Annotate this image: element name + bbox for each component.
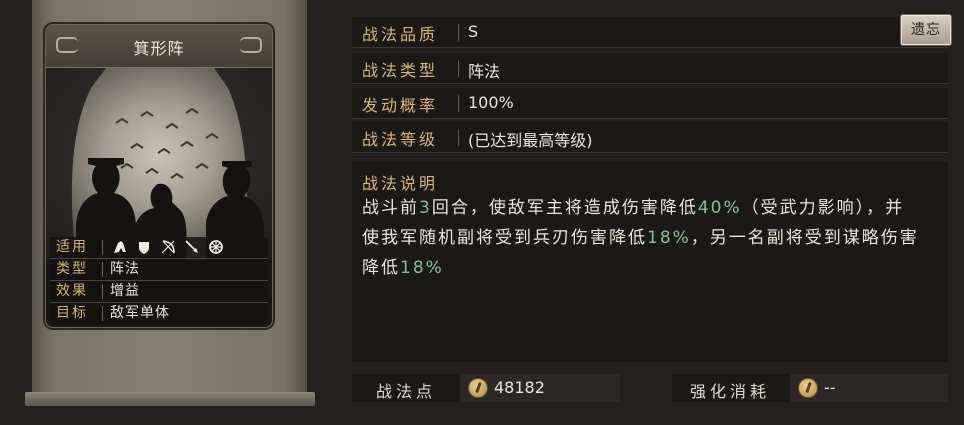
attr-key-target: 目标: [56, 305, 88, 321]
cavalry-icon: [114, 241, 126, 253]
desc-text-part: 回合，使敌军主将造成伤害降低: [431, 198, 698, 218]
attr-row-type: 类型 阵法: [50, 259, 268, 281]
desc-highlight-blade-reduction: 18%: [647, 228, 691, 248]
shield-icon: [139, 242, 149, 254]
wheel-icon: [209, 240, 223, 254]
forget-button[interactable]: 遗忘: [900, 14, 952, 46]
rate-row: 发动概率 100%: [352, 88, 948, 119]
card-header: 箕形阵: [46, 25, 272, 68]
row-separator: [458, 129, 459, 146]
bow-icon: [161, 240, 175, 254]
type-value: 阵法: [468, 62, 501, 81]
attr-row-effect: 效果 增益: [50, 281, 268, 303]
card-artwork: [46, 68, 272, 260]
upgrade-cost-bar: 强化消耗 --: [672, 374, 948, 402]
desc-text-part: 战斗前: [362, 198, 419, 218]
attr-separator: [102, 240, 103, 255]
attr-row-applicable: 适用: [50, 237, 268, 259]
spear-icon: [185, 240, 198, 253]
tactic-point-coin-icon: [468, 378, 488, 398]
attr-separator: [102, 284, 103, 299]
tactic-card: 箕形阵 适用 类型 阵法 效果 增益 目标 敌军单体: [45, 24, 273, 328]
description-box: 战法说明 战斗前3回合，使敌军主将造成伤害降低40%（受武力影响），并使我军随机…: [352, 162, 948, 362]
level-label: 战法等级: [362, 130, 439, 149]
scroll-roller: [25, 392, 315, 406]
level-row: 战法等级 (已达到最高等级): [352, 122, 948, 153]
attr-key-type: 类型: [56, 261, 88, 277]
type-row: 战法类型 阵法: [352, 53, 948, 84]
attr-key-effect: 效果: [56, 283, 88, 299]
rate-value: 100%: [468, 93, 514, 112]
attr-value-effect: 增益: [110, 283, 140, 299]
card-title: 箕形阵: [133, 39, 185, 58]
quality-label: 战法品质: [362, 25, 439, 44]
level-value: (已达到最高等级): [468, 131, 593, 150]
desc-highlight-rounds: 3: [419, 198, 432, 218]
row-separator: [458, 60, 459, 77]
attr-separator: [102, 262, 103, 277]
upgrade-cost-label: 强化消耗: [690, 382, 771, 401]
attr-row-target: 目标 敌军单体: [50, 303, 268, 324]
attr-value-type: 阵法: [110, 261, 140, 277]
quality-value: S: [468, 22, 479, 41]
desc-highlight-strategy-reduction: 18%: [400, 258, 444, 278]
attr-separator: [102, 306, 103, 321]
upgrade-cost-box: --: [790, 374, 948, 402]
description-text: 战斗前3回合，使敌军主将造成伤害降低40%（受武力影响），并使我军随机副将受到兵…: [362, 193, 922, 283]
row-separator: [458, 95, 459, 112]
rate-label: 发动概率: [362, 96, 439, 115]
tactic-points-label: 战法点: [376, 382, 437, 401]
quality-row: 战法品质 S: [352, 17, 948, 48]
tactic-points-bar: 战法点 48182: [352, 374, 620, 402]
tactic-points-box: 48182: [460, 374, 620, 402]
header-ornament-right: [240, 37, 262, 53]
upgrade-cost-value: --: [824, 378, 836, 397]
attr-key-applicable: 适用: [56, 239, 88, 255]
description-label: 战法说明: [362, 174, 439, 193]
type-label: 战法类型: [362, 61, 439, 80]
upgrade-coin-icon: [798, 378, 818, 398]
tactic-points-value: 48182: [494, 378, 545, 397]
attr-value-target: 敌军单体: [110, 305, 170, 321]
row-separator: [458, 24, 459, 41]
desc-highlight-damage-reduction: 40%: [697, 198, 742, 218]
